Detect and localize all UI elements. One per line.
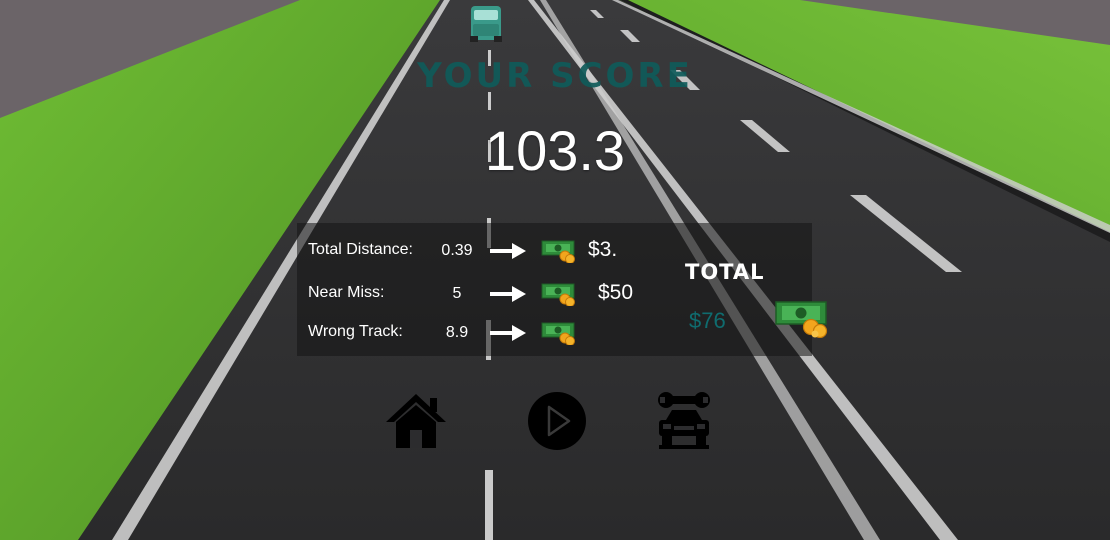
arrow-right-icon: [490, 243, 526, 259]
cash-icon: [775, 301, 828, 338]
game-scene: YOUR SCORE 103.3 Total Distance: 0.39 $3…: [0, 0, 1110, 540]
home-icon: [386, 394, 446, 448]
play-button[interactable]: [527, 391, 587, 451]
score-title: YOUR SCORE: [417, 56, 693, 96]
cash-icon: [541, 240, 575, 263]
stat-value: 0.39: [441, 242, 473, 259]
total-label: TOTAL: [685, 260, 765, 284]
cash-icon: [541, 322, 575, 345]
stat-value: 5: [452, 285, 462, 302]
reward-value: $50: [598, 281, 634, 304]
stat-label: Near Miss:: [308, 284, 385, 301]
cash-icon: [541, 283, 575, 306]
stat-row-wrong-track: Wrong Track: 8.9: [297, 317, 812, 347]
play-icon: [528, 392, 586, 450]
car-repair-icon: [658, 392, 710, 449]
arrow-right-icon: [490, 325, 526, 341]
car-icon: [470, 6, 502, 42]
arrow-right-icon: [490, 286, 526, 302]
reward-value: $3.: [588, 238, 618, 261]
score-value: 103.3: [484, 119, 626, 182]
stat-label: Total Distance:: [308, 241, 413, 258]
garage-button[interactable]: [656, 390, 712, 452]
results-panel: Total Distance: 0.39 $3. Near Miss: 5 $5…: [297, 223, 828, 356]
home-button[interactable]: [386, 392, 446, 450]
stat-label: Wrong Track:: [308, 323, 403, 340]
total-value: $76: [689, 308, 726, 333]
stat-value: 8.9: [445, 324, 469, 341]
